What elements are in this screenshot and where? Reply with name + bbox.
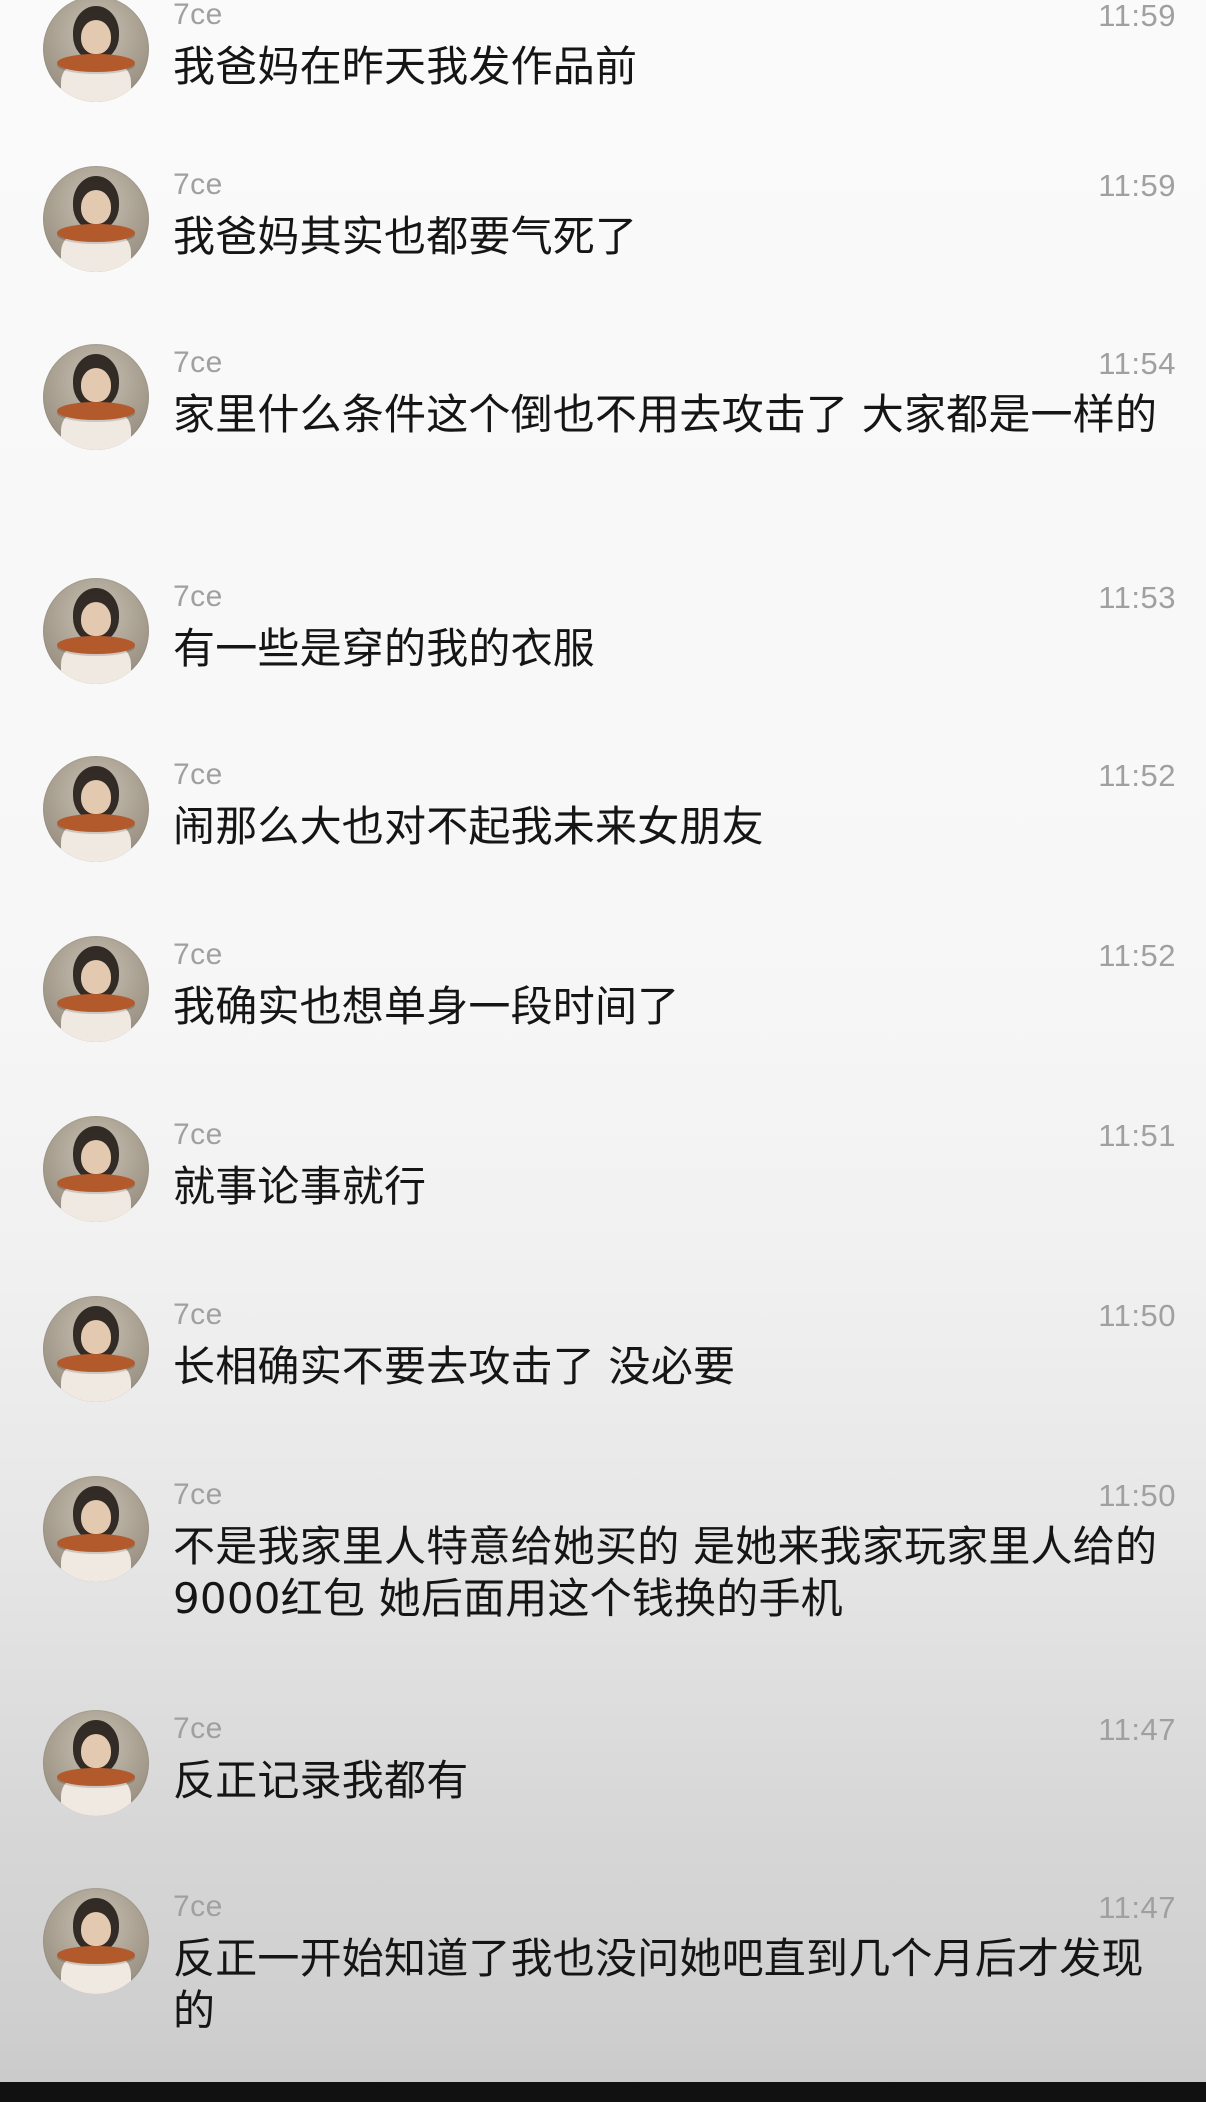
message-author: 7ce	[173, 1712, 223, 1745]
message-item[interactable]: 7ce 11:52 我确实也想单身一段时间了	[0, 936, 1206, 1116]
user-avatar-icon[interactable]	[43, 1710, 149, 1816]
message-time: 11:52	[1098, 938, 1176, 973]
message-time: 11:50	[1098, 1478, 1176, 1513]
message-time: 11:47	[1098, 1890, 1176, 1925]
message-text: 不是我家里人特意给她买的 是她来我家玩家里人给的9000红包 她后面用这个钱换的…	[173, 1522, 1158, 1623]
message-time: 11:59	[1098, 0, 1176, 33]
message-time: 11:53	[1098, 580, 1176, 615]
user-avatar-icon[interactable]	[43, 166, 149, 272]
message-item[interactable]: 7ce 11:51 就事论事就行	[0, 1116, 1206, 1296]
message-author: 7ce	[173, 0, 223, 31]
user-avatar-icon[interactable]	[43, 0, 149, 102]
message-text: 反正一开始知道了我也没问她吧直到几个月后才发现的	[173, 1934, 1144, 2035]
message-text: 就事论事就行	[173, 1162, 427, 1211]
message-author: 7ce	[173, 1478, 223, 1511]
user-avatar-icon[interactable]	[43, 1476, 149, 1582]
message-item[interactable]: 7ce 11:53 有一些是穿的我的衣服	[0, 578, 1206, 758]
message-item[interactable]: 7ce 11:50 长相确实不要去攻击了 没必要	[0, 1296, 1206, 1476]
message-time: 11:47	[1098, 1712, 1176, 1747]
message-text: 有一些是穿的我的衣服	[173, 624, 596, 673]
user-avatar-icon[interactable]	[43, 1296, 149, 1402]
message-author: 7ce	[173, 168, 223, 201]
message-text: 我爸妈其实也都要气死了	[173, 212, 638, 261]
message-time: 11:52	[1098, 758, 1176, 793]
message-time: 11:59	[1098, 168, 1176, 203]
message-time: 11:54	[1098, 346, 1176, 381]
message-text: 闹那么大也对不起我未来女朋友	[173, 802, 764, 851]
user-avatar-icon[interactable]	[43, 936, 149, 1042]
user-avatar-icon[interactable]	[43, 344, 149, 450]
message-item[interactable]: 7ce 11:59 我爸妈其实也都要气死了	[0, 166, 1206, 346]
bottom-bar	[0, 2082, 1206, 2102]
message-item[interactable]: 7ce 11:54 家里什么条件这个倒也不用去攻击了 大家都是一样的	[0, 344, 1206, 574]
message-author: 7ce	[173, 938, 223, 971]
message-time: 11:51	[1098, 1118, 1176, 1153]
message-item[interactable]: 7ce 11:59 我爸妈在昨天我发作品前	[0, 0, 1206, 176]
message-text: 长相确实不要去攻击了 没必要	[173, 1342, 736, 1391]
message-author: 7ce	[173, 580, 223, 613]
message-time: 11:50	[1098, 1298, 1176, 1333]
user-avatar-icon[interactable]	[43, 756, 149, 862]
message-author: 7ce	[173, 758, 223, 791]
user-avatar-icon[interactable]	[43, 1116, 149, 1222]
message-item[interactable]: 7ce 11:47 反正记录我都有	[0, 1710, 1206, 1890]
user-avatar-icon[interactable]	[43, 1888, 149, 1994]
user-avatar-icon[interactable]	[43, 578, 149, 684]
message-text: 我确实也想单身一段时间了	[173, 982, 680, 1031]
message-text: 家里什么条件这个倒也不用去攻击了 大家都是一样的	[173, 390, 1158, 439]
message-item[interactable]: 7ce 11:47 反正一开始知道了我也没问她吧直到几个月后才发现的	[0, 1888, 1206, 2098]
message-author: 7ce	[173, 1118, 223, 1151]
message-author: 7ce	[173, 1890, 223, 1923]
message-author: 7ce	[173, 1298, 223, 1331]
message-item[interactable]: 7ce 11:52 闹那么大也对不起我未来女朋友	[0, 756, 1206, 936]
message-text: 我爸妈在昨天我发作品前	[173, 42, 638, 91]
message-item[interactable]: 7ce 11:50 不是我家里人特意给她买的 是她来我家玩家里人给的9000红包…	[0, 1476, 1206, 1706]
message-text: 反正记录我都有	[173, 1756, 469, 1805]
message-author: 7ce	[173, 346, 223, 379]
